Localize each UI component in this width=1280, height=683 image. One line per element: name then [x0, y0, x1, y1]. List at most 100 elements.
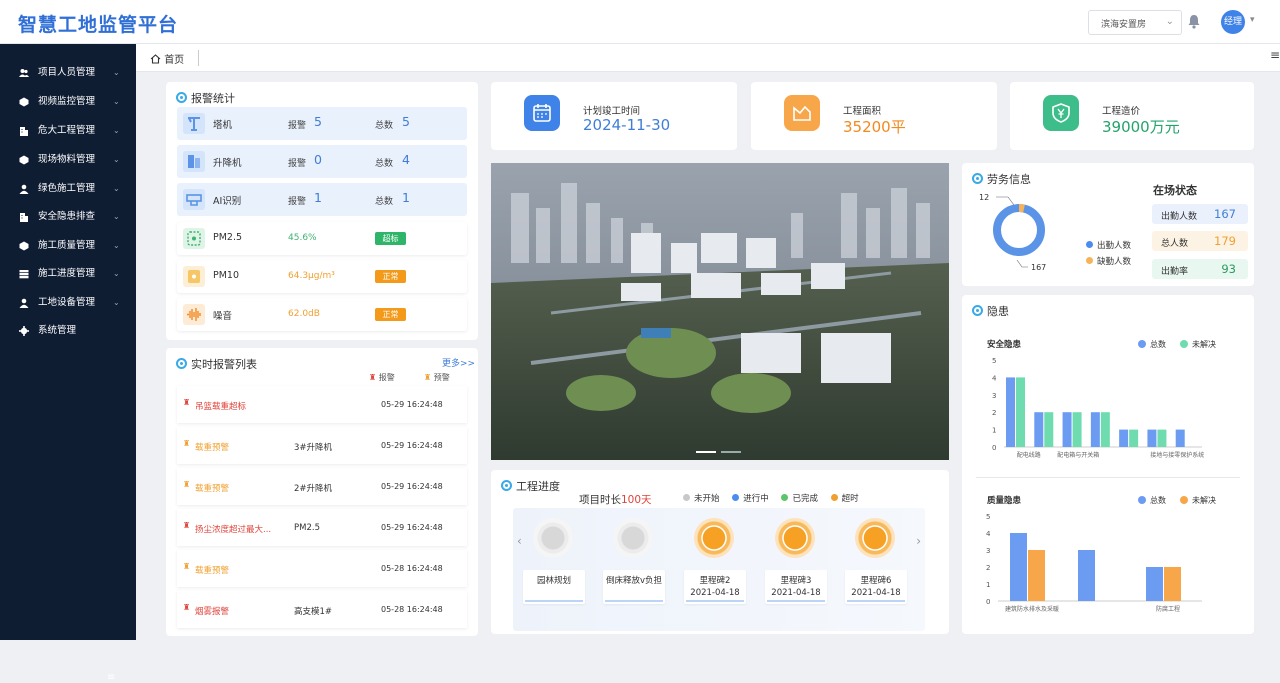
table-row[interactable]: ♜ 载重预警 3#升降机 05-29 16:24:48 [177, 427, 467, 464]
alarm-time: 05-28 16:24:48 [381, 564, 443, 573]
bar-未解决 [1044, 412, 1054, 447]
device-row-ai[interactable]: AI识别 报警 1 总数 1 [177, 183, 467, 216]
project-select[interactable]: 滨海安置房 ⌄ [1088, 10, 1182, 35]
stat-rate: 出勤率 93 [1152, 259, 1248, 279]
sidebar-item-danger-projects[interactable]: 危大工程管理 ⌄ [0, 117, 136, 145]
x-tick-label: 接地与接零保护系统 [1150, 451, 1204, 459]
sidebar-item-personnel[interactable]: 项目人员管理 ⌄ [0, 59, 136, 87]
status-badge: 正常 [375, 308, 406, 321]
siren-icon: ♜ [183, 562, 191, 571]
sidebar-item-progress[interactable]: 施工进度管理 ⌄ [0, 260, 136, 288]
elevator-icon [183, 151, 205, 172]
legend-warn: ♜ 预警 [424, 373, 450, 382]
sidebar-item-label: 视频监控管理 [38, 96, 96, 107]
bell-icon[interactable] [1187, 14, 1201, 29]
target-icon [501, 480, 512, 491]
home-icon [150, 54, 161, 64]
app-logo[interactable]: 智慧工地监管平台 [18, 10, 178, 37]
milestone-overdue-icon [855, 518, 895, 558]
sidebar-item-label: 系统管理 [38, 325, 77, 336]
env-row-noise[interactable]: 噪音 62.0dB 正常 [177, 298, 467, 331]
y-tick-label: 4 [986, 530, 991, 538]
sidebar-item-label: 绿色施工管理 [38, 183, 96, 194]
sidebar-item-equipment[interactable]: 工地设备管理 ⌄ [0, 289, 136, 317]
table-row[interactable]: ♜ 烟雾报警 高支模1# 05-28 16:24:48 [177, 591, 467, 628]
menu-icon[interactable]: ≡ [1270, 48, 1280, 62]
stat-label: 计划竣工时间 [583, 106, 641, 117]
alarm-label: 报警 [288, 121, 307, 131]
realtime-alarm-card: 实时报警列表 更多>> ♜ 报警 ♜ 预警 ♜ 吊篮载重超标 05-29 16:… [166, 348, 478, 636]
env-value: 62.0dB [288, 309, 320, 319]
noise-wave-icon [183, 304, 205, 325]
project-duration: 项目时长100天 [579, 494, 652, 506]
sidebar-item-label: 项目人员管理 [38, 67, 96, 78]
chevron-left-icon[interactable]: ‹ [517, 534, 522, 548]
bar-总数 [1062, 412, 1072, 447]
sidebar-item-materials[interactable]: 现场物料管理 ⌄ [0, 146, 136, 174]
alarm-time: 05-28 16:24:48 [381, 605, 443, 614]
table-row[interactable]: ♜ 载重预警 2#升降机 05-29 16:24:48 [177, 468, 467, 505]
person-icon [19, 184, 29, 194]
camera-icon [19, 97, 29, 107]
sidebar-item-video[interactable]: 视频监控管理 ⌄ [0, 88, 136, 116]
table-row[interactable]: ♜ 载重预警 05-28 16:24:48 [177, 550, 467, 587]
sidebar-item-quality[interactable]: 施工质量管理 ⌄ [0, 232, 136, 260]
building-icon [20, 213, 28, 222]
sidebar-item-system[interactable]: 系统管理 [0, 317, 136, 345]
alarm-device: 2#升降机 [294, 484, 333, 494]
device-row-elevator[interactable]: 升降机 报警 0 总数 4 [177, 145, 467, 178]
alarm-device: 3#升降机 [294, 443, 333, 453]
env-row-pm25[interactable]: PM2.5 45.6% 超标 [177, 222, 467, 255]
legend-alarm: ♜ 报警 [369, 373, 395, 382]
siren-icon: ♜ [424, 373, 432, 382]
tab-home-label: 首页 [164, 55, 185, 66]
crane-icon [183, 113, 205, 134]
collapse-icon[interactable]: ≡ [107, 672, 115, 683]
stat-value: 35200平 [843, 118, 906, 136]
presence-status-title: 在场状态 [1153, 184, 1197, 197]
y-tick-label: 1 [992, 427, 996, 435]
avatar[interactable]: 经理 [1221, 10, 1245, 34]
table-row[interactable]: ♜ 吊篮载重超标 05-29 16:24:48 [177, 386, 467, 423]
sidebar-item-green[interactable]: 绿色施工管理 ⌄ [0, 175, 136, 203]
device-name: 升降机 [213, 158, 242, 169]
chevron-right-icon[interactable]: › [916, 534, 921, 548]
chart-title: 质量隐患 [987, 495, 1022, 506]
alarm-type: 载重预警 [195, 443, 230, 453]
legend-dot [830, 494, 838, 501]
bar-未解决 [1072, 412, 1082, 447]
project-select-value: 滨海安置房 [1101, 20, 1147, 30]
person-icon [19, 298, 29, 308]
milestone-label-box: 里程碑2 2021-04-18 [684, 570, 746, 604]
bar-未解决 [1129, 429, 1139, 447]
stat-present: 出勤人数 167 [1152, 204, 1248, 224]
table-row[interactable]: ♜ 扬尘浓度超过最大... PM2.5 05-29 16:24:48 [177, 509, 467, 546]
caret-down-icon[interactable]: ▾ [1250, 15, 1255, 25]
aerial-illustration [491, 163, 949, 460]
sidebar-item-safety[interactable]: 安全隐患排查 ⌄ [0, 203, 136, 231]
bar-总数 [1006, 377, 1015, 447]
alarm-type: 载重预警 [195, 566, 230, 576]
tab-home[interactable]: 首页 [150, 51, 184, 66]
legend-label: 总数 [1150, 495, 1166, 505]
siren-icon: ♜ [183, 480, 191, 489]
alarm-type: 载重预警 [195, 484, 230, 494]
y-tick-label: 5 [986, 513, 990, 521]
device-row-tower-crane[interactable]: 塔机 报警 5 总数 5 [177, 107, 467, 140]
env-row-pm10[interactable]: PM10 64.3μg/m³ 正常 [177, 260, 467, 293]
alarm-label: 报警 [288, 197, 307, 207]
milestone-label-box: 园林规划 [523, 570, 585, 604]
chevron-down-icon: ⌄ [113, 97, 120, 106]
box-icon [19, 241, 29, 251]
legend-dot [1138, 496, 1146, 504]
alarm-time: 05-29 16:24:48 [381, 482, 443, 491]
milestone-overdue-icon [694, 518, 734, 558]
stat-value: 39000万元 [1102, 118, 1180, 136]
more-link[interactable]: 更多>> [442, 356, 475, 369]
stat-card-area: 工程面积 35200平 [751, 82, 997, 150]
total-label: 总数 [375, 159, 394, 169]
target-icon [176, 92, 187, 103]
x-tick-label: 配电线路 [1017, 451, 1041, 459]
site-aerial-image[interactable] [491, 163, 949, 460]
building-icon [20, 127, 28, 136]
